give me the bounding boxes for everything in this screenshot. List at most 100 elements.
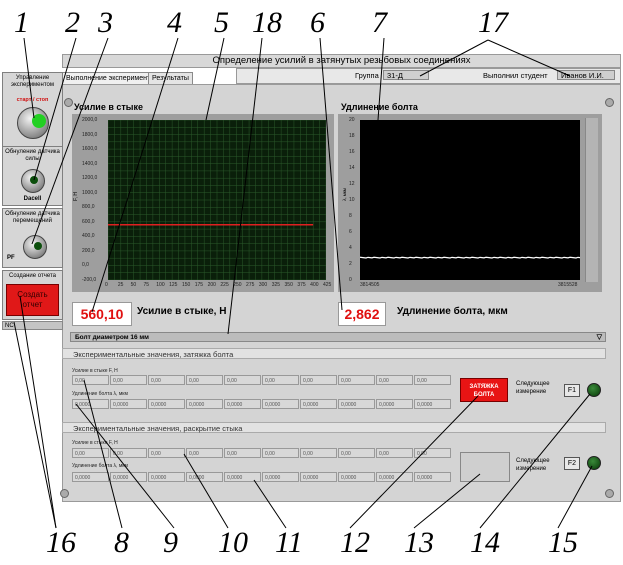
s1-elong-cell[interactable]: 0,0000 [414, 399, 451, 409]
s1-elong-cell[interactable]: 0,0000 [224, 399, 261, 409]
f2-key: F2 [564, 457, 580, 470]
force-x-tick: 200 [207, 282, 216, 288]
s1-elong-cell[interactable]: 0,0000 [110, 399, 147, 409]
s1-force-cell[interactable]: 0,00 [414, 375, 451, 385]
callout-9: 9 [163, 526, 178, 559]
s2-force-cell[interactable]: 0,00 [262, 448, 299, 458]
s2-elong-cell[interactable]: 0,0000 [414, 472, 451, 482]
elong-y-tick: 4 [349, 245, 352, 251]
start-stop-label: старт / стоп [16, 97, 49, 103]
elong-y-tick: 14 [349, 165, 355, 171]
elong-series-line [360, 256, 580, 259]
s1-elong-cell[interactable]: 0,0000 [148, 399, 185, 409]
s2-force-cell[interactable]: 0,00 [224, 448, 261, 458]
callout-12: 12 [340, 526, 370, 559]
elong-axis-label: λ, мкм [342, 188, 347, 201]
s2-elong-cell[interactable]: 0,0000 [376, 472, 413, 482]
s2-elong-cell[interactable]: 0,0000 [72, 472, 109, 482]
elong-x-min: 3814505 [360, 282, 380, 288]
s1-next-led-button[interactable] [587, 383, 601, 397]
s2-force-cell[interactable]: 0,00 [376, 448, 413, 458]
s1-force-cell[interactable]: 0,00 [338, 375, 375, 385]
force-zero-group: Обнуление датчика силы Dacell [2, 146, 63, 206]
s1-force-cell[interactable]: 0,00 [376, 375, 413, 385]
start-stop-button[interactable] [17, 107, 49, 139]
s1-elong-cell[interactable]: 0,0000 [186, 399, 223, 409]
group-field[interactable]: 31-Д [383, 70, 429, 80]
force-x-tick: 425 [323, 282, 332, 288]
s2-force-cell[interactable]: 0,00 [186, 448, 223, 458]
s2-elong-cell[interactable]: 0,0000 [186, 472, 223, 482]
s2-force-row: 0,00 0,00 0,00 0,00 0,00 0,00 0,00 0,00 0,00 0,00 [72, 448, 452, 458]
info-bar: Группа 31-Д Выполнил студент Иванов И.И. [236, 68, 621, 84]
callout-5: 5 [214, 6, 229, 39]
s1-force-cell[interactable]: 0,00 [300, 375, 337, 385]
s1-elong-cell[interactable]: 0,0000 [376, 399, 413, 409]
s2-force-cell[interactable]: 0,00 [72, 448, 109, 458]
s1-force-cell[interactable]: 0,00 [224, 375, 261, 385]
elong-graph: λ, мкм 20 18 16 14 12 10 8 6 4 2 0 3814505 3815528 [338, 114, 602, 292]
panel-screw-icon [64, 98, 73, 107]
elong-y-tick: 18 [349, 133, 355, 139]
window-title: Определение усилий в затянутых резьбовых… [62, 54, 621, 68]
s2-next-label: Следующее измерение [516, 458, 550, 472]
force-x-tick: 300 [258, 282, 268, 288]
elong-x-max: 3815528 [558, 282, 578, 288]
displacement-zero-group: Обнуление датчика перемещений PF [2, 208, 63, 268]
s2-elong-cell[interactable]: 0,0000 [224, 472, 261, 482]
s1-force-cell[interactable]: 0,00 [262, 375, 299, 385]
displacement-sensor-name: PF [7, 255, 15, 261]
force-y-tick: 400,0 [82, 233, 95, 240]
force-zero-button[interactable] [21, 169, 45, 193]
force-y-tick: -200,0 [82, 277, 97, 283]
s1-force-cell[interactable]: 0,00 [110, 375, 147, 385]
s1-force-cell[interactable]: 0,00 [72, 375, 109, 385]
s2-elong-cell[interactable]: 0,0000 [110, 472, 147, 482]
force-x-tick: 125 [169, 282, 178, 288]
s2-empty-button[interactable] [460, 452, 510, 482]
s1-elong-cell[interactable]: 0,0000 [72, 399, 109, 409]
s1-elong-cell[interactable]: 0,0000 [262, 399, 299, 409]
s1-next-label: Следующее измерение [516, 381, 550, 395]
report-group: Создание отчета Создать отчет [2, 270, 63, 320]
s1-elong-cell[interactable]: 0,0000 [338, 399, 375, 409]
s2-elong-cell[interactable]: 0,0000 [148, 472, 185, 482]
status-indicator: NC [2, 321, 63, 330]
s2-force-cell[interactable]: 0,00 [300, 448, 337, 458]
s1-elong-row: 0,0000 0,0000 0,0000 0,0000 0,0000 0,0000 0,00… [72, 399, 452, 409]
force-graph-title: Усилие в стыке [74, 102, 143, 112]
force-readout: 560,10 [72, 302, 132, 326]
force-x-tick: 25 [117, 282, 124, 288]
callout-4: 4 [167, 6, 182, 39]
student-field[interactable]: Иванов И.И. [557, 70, 615, 80]
s2-row1-label: Усилие в стыке F, Н [72, 440, 118, 446]
s2-force-cell[interactable]: 0,00 [414, 448, 451, 458]
elong-scrollbar[interactable] [585, 118, 598, 282]
bolt-selector[interactable]: Болт диаметром 16 мм ▽ [70, 332, 606, 342]
create-report-button[interactable]: Создать отчет [6, 284, 59, 316]
force-plot-area [108, 120, 326, 280]
s2-elong-cell[interactable]: 0,0000 [300, 472, 337, 482]
displacement-zero-label: Обнуление датчика перемещений [5, 211, 60, 224]
callout-15: 15 [548, 526, 578, 559]
s2-elong-cell[interactable]: 0,0000 [338, 472, 375, 482]
s2-next-led-button[interactable] [587, 456, 601, 470]
elong-y-tick: 20 [349, 117, 355, 123]
s1-force-cell[interactable]: 0,00 [148, 375, 185, 385]
s2-force-cell[interactable]: 0,00 [110, 448, 147, 458]
force-y-tick: 600,0 [82, 218, 95, 225]
s2-elong-cell[interactable]: 0,0000 [262, 472, 299, 482]
s2-force-cell[interactable]: 0,00 [148, 448, 185, 458]
s1-force-cell[interactable]: 0,00 [186, 375, 223, 385]
elong-y-tick: 12 [349, 181, 355, 187]
led-off-icon [34, 242, 42, 250]
force-y-tick: 1800,0 [82, 131, 98, 138]
led-off-icon [30, 176, 38, 184]
student-label: Выполнил студент [483, 71, 548, 80]
displacement-zero-button[interactable] [23, 235, 47, 259]
tighten-bolt-button[interactable]: ЗАТЯЖКА БОЛТА [460, 378, 508, 402]
s1-elong-cell[interactable]: 0,0000 [300, 399, 337, 409]
force-x-tick: 225 [220, 282, 229, 288]
elong-plot-svg [360, 256, 580, 259]
s2-force-cell[interactable]: 0,00 [338, 448, 375, 458]
